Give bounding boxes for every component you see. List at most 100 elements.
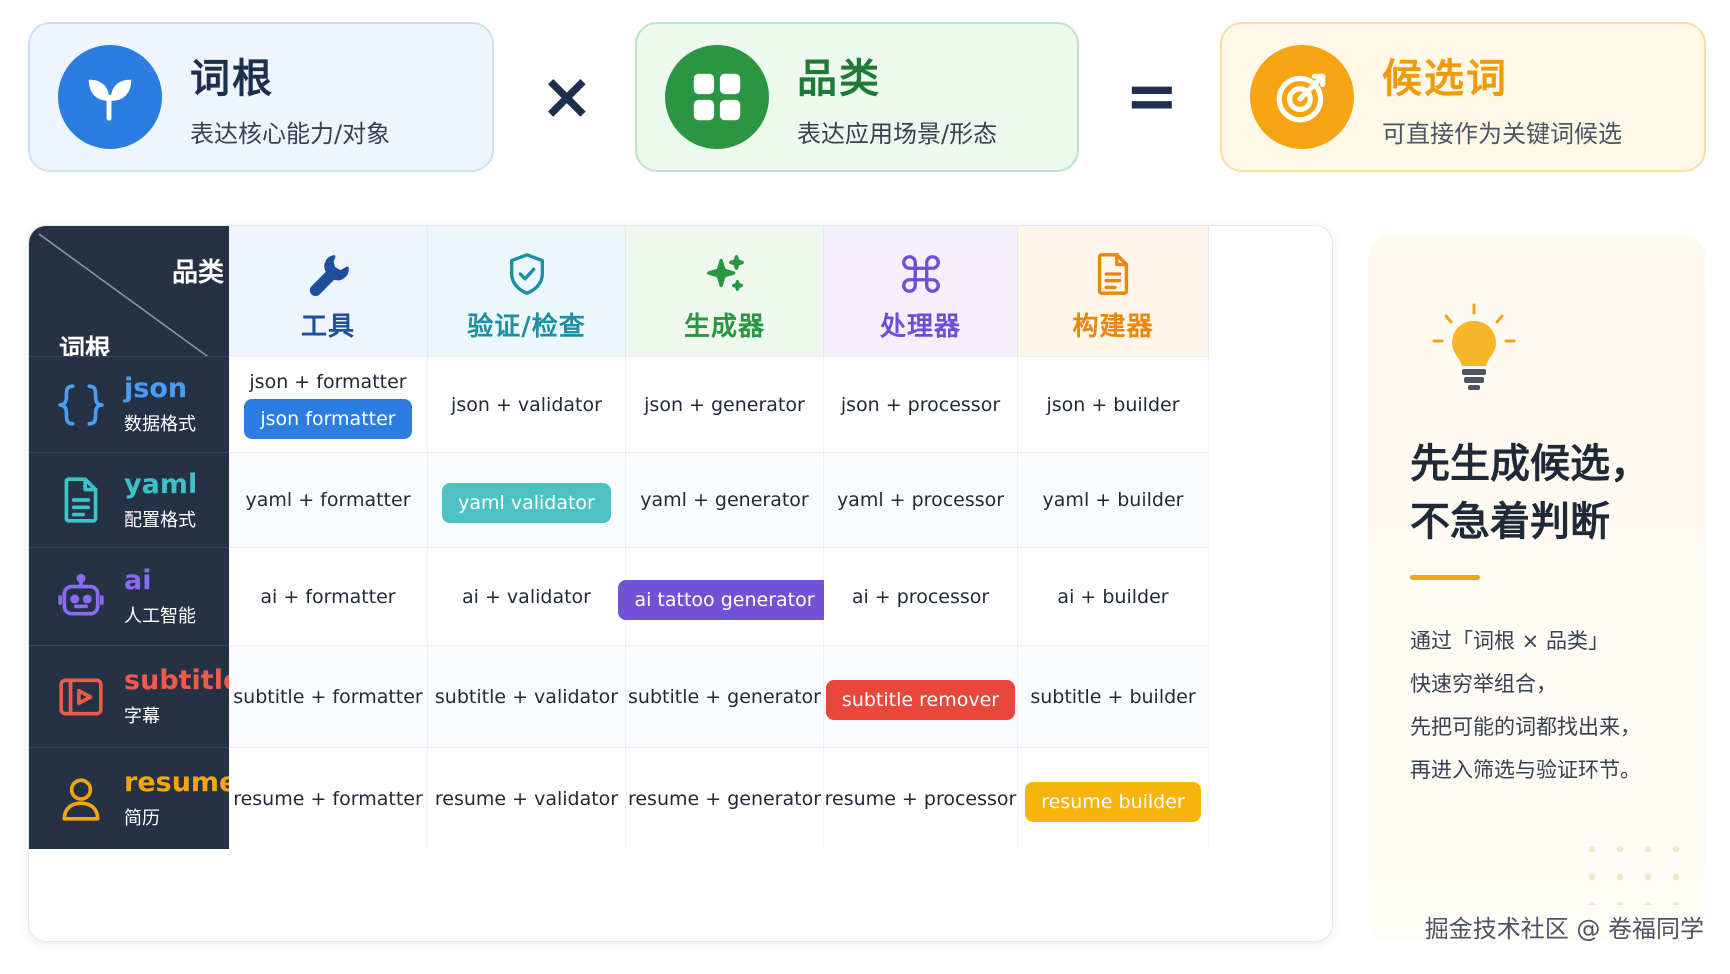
tip-line-4: 再进入筛选与验证环节。 (1410, 758, 1641, 782)
row-name: resume (124, 767, 238, 798)
candidate-card-subtitle: 可直接作为关键词候选 (1382, 119, 1622, 148)
combination-text: ai + builder (1057, 585, 1169, 608)
document-icon (1090, 248, 1136, 300)
tip-line-1: 通过「词根 × 品类」 (1410, 629, 1609, 653)
wrench-icon (305, 248, 351, 300)
tip-headline-2: 不急着判断 (1410, 499, 1610, 545)
candidate-card-title: 候选词 (1382, 55, 1508, 102)
combination-text: yaml + generator (640, 489, 809, 511)
combination-text: json + builder (1046, 393, 1180, 416)
row-header-yaml: yaml 配置格式 (29, 452, 254, 547)
corner-category-label: 品类 (171, 258, 224, 288)
decorative-dots (1578, 835, 1688, 905)
matrix-cell: ai + builder (1018, 547, 1209, 645)
column-name: 工具 (300, 312, 355, 342)
row-header-subtitle: subtitle 字幕 (29, 645, 254, 747)
times-operator: × (540, 60, 594, 134)
matrix-cell: yaml + generator (626, 452, 824, 547)
combination-text: yaml + processor (836, 489, 1005, 511)
matrix-cell: json + processor (824, 356, 1018, 452)
row-subtitle: 字幕 (124, 706, 160, 727)
matrix-cell: ai + formatter (229, 547, 428, 645)
tip-accent-bar (1410, 575, 1480, 580)
matrix-cell: ai tattoo generator (618, 547, 831, 645)
combination-text: yaml + formatter (245, 489, 411, 511)
candidate-keyword-chip: resume builder (1025, 781, 1201, 822)
tip-headline-1: 先生成候选， (1410, 441, 1650, 487)
category-card: 品类 表达应用场景/形态 (635, 22, 1079, 172)
column-name: 验证/检查 (467, 312, 586, 342)
row-header-resume: resume 简历 (29, 747, 254, 849)
matrix-cell: ai + validator (428, 547, 626, 645)
combination-text: yaml + builder (1042, 489, 1184, 511)
row-header-json: json 数据格式 (29, 356, 254, 452)
matrix-cell: subtitle + generator (626, 645, 824, 747)
matrix-cell: json + generator (626, 356, 824, 452)
watermark: 掘金技术社区 @ 卷福同学 (1424, 915, 1704, 943)
matrix-cell: ai + processor (824, 547, 1018, 645)
matrix-cell: resume + validator (428, 747, 626, 849)
candidate-card: 候选词 可直接作为关键词候选 (1220, 22, 1706, 172)
combination-text: resume + formatter (233, 787, 423, 810)
row-subtitle: 配置格式 (124, 509, 196, 531)
target-icon (1250, 45, 1354, 149)
row-header-ai: ai 人工智能 (29, 547, 254, 645)
combination-text: resume + processor (824, 787, 1017, 810)
shield-check-icon (504, 248, 550, 300)
tip-panel: 先生成候选， 不急着判断 通过「词根 × 品类」 快速穷举组合， 先把可能的词都… (1368, 235, 1706, 942)
matrix-cell: yaml validator (428, 452, 626, 547)
combination-text: json + generator (644, 393, 805, 416)
category-card-title: 品类 (797, 55, 881, 102)
row-name: subtitle (124, 665, 242, 696)
grid-icon (665, 45, 769, 149)
matrix-cell: json + builder (1018, 356, 1209, 452)
candidate-keyword-chip: ai tattoo generator (618, 579, 831, 620)
matrix-cell: json + formatter json formatter (229, 356, 428, 452)
candidate-keyword-chip: subtitle remover (825, 679, 1016, 720)
combination-text: subtitle + formatter (233, 685, 423, 708)
combination-text: resume + generator (627, 787, 822, 810)
matrix-cell: subtitle remover (824, 645, 1018, 747)
combination-text: json + validator (451, 393, 602, 416)
combination-text: ai + formatter (260, 585, 396, 608)
matrix-cell: subtitle + builder (1018, 645, 1209, 747)
column-name: 处理器 (879, 312, 961, 342)
combination-text: subtitle + generator (628, 685, 821, 708)
candidate-keyword-chip: yaml validator (442, 483, 611, 523)
candidate-keyword-chip: json formatter (244, 398, 412, 439)
combination-text: subtitle + builder (1030, 685, 1196, 708)
matrix-cell: resume builder (1018, 747, 1209, 849)
play-frame-icon (54, 670, 108, 724)
row-subtitle: 简历 (124, 808, 160, 829)
row-subtitle: 数据格式 (124, 414, 196, 435)
matrix-cell: subtitle + validator (428, 645, 626, 747)
matrix-cell: resume + processor (824, 747, 1018, 849)
braces-icon (54, 378, 108, 432)
row-name: yaml (124, 468, 198, 500)
matrix-cell: subtitle + formatter (229, 645, 428, 747)
root-card-title: 词根 (190, 55, 274, 102)
row-subtitle: 人工智能 (124, 606, 196, 627)
keyword-matrix: 品类 词根 工具实用工具类验证/检查校验与保障类生成器自动生成类处理器处理/转换… (28, 225, 1333, 942)
lightbulb-icon (1424, 301, 1524, 405)
matrix-cell: yaml + processor (824, 452, 1018, 547)
root-card-subtitle: 表达核心能力/对象 (190, 119, 391, 148)
matrix-cell: resume + formatter (229, 747, 428, 849)
category-card-subtitle: 表达应用场景/形态 (797, 119, 998, 148)
matrix-cell: resume + generator (626, 747, 824, 849)
robot-icon (54, 570, 108, 624)
row-name: json (124, 373, 188, 404)
tip-line-2: 快速穷举组合， (1410, 672, 1557, 696)
row-name: ai (124, 565, 152, 596)
root-card: 词根 表达核心能力/对象 (28, 22, 494, 172)
tip-line-3: 先把可能的词都找出来， (1410, 715, 1641, 739)
sprout-icon (58, 45, 162, 149)
combination-text: subtitle + validator (434, 685, 619, 708)
combination-text: json + formatter (249, 370, 407, 393)
sparkles-icon (702, 248, 748, 300)
combination-text: resume + validator (434, 787, 619, 810)
combination-text: json + processor (840, 393, 1001, 416)
person-icon (54, 772, 108, 826)
matrix-cell: json + validator (428, 356, 626, 452)
command-icon (898, 248, 944, 300)
